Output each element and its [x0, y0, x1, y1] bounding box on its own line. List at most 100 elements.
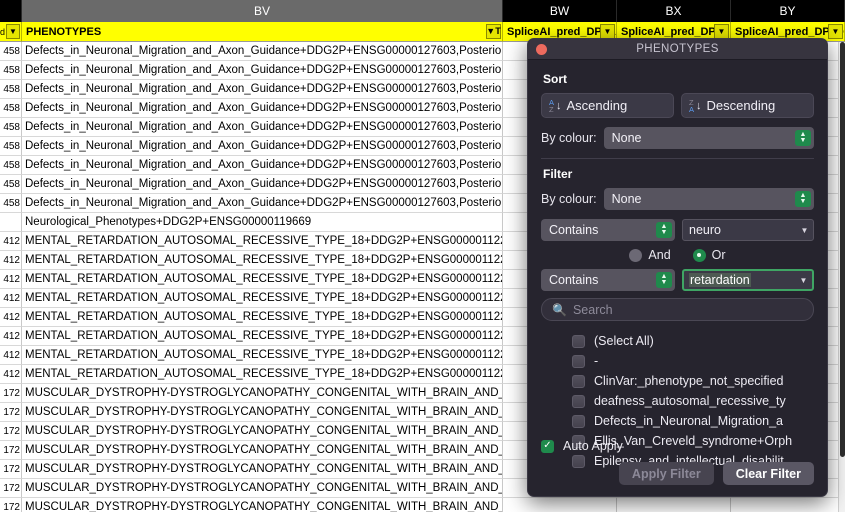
chevron-down-icon[interactable]: ▼	[828, 24, 843, 39]
row-header[interactable]: 458	[0, 175, 22, 194]
chevron-down-icon[interactable]: ▼	[600, 24, 615, 39]
cell-phenotypes[interactable]: Defects_in_Neuronal_Migration_and_Axon_G…	[22, 118, 503, 137]
cell-phenotypes[interactable]: MENTAL_RETARDATION_AUTOSOMAL_RECESSIVE_T…	[22, 346, 503, 365]
apply-filter-button[interactable]: Apply Filter	[618, 462, 714, 485]
cell-phenotypes[interactable]: MUSCULAR_DYSTROPHY-DYSTROGLYCANOPATHY_CO…	[22, 460, 503, 479]
row-header[interactable]: 458	[0, 137, 22, 156]
row-header[interactable]: 458	[0, 118, 22, 137]
filter-logic-or-option[interactable]: Or	[692, 248, 726, 262]
row-header[interactable]: 412	[0, 251, 22, 270]
row-header[interactable]: 458	[0, 61, 22, 80]
sort-by-colour-select[interactable]: None ▲ ▼	[603, 127, 814, 149]
row-header[interactable]: 458	[0, 156, 22, 175]
row-header[interactable]: 458	[0, 42, 22, 61]
stepper-icon[interactable]: ▲ ▼	[795, 130, 811, 146]
cell-phenotypes[interactable]: Defects_in_Neuronal_Migration_and_Axon_G…	[22, 42, 503, 61]
sort-ascending-button[interactable]: AZ ↓ Ascending	[541, 93, 674, 118]
row-header[interactable]: 172	[0, 384, 22, 403]
filter-checklist-item[interactable]: Defects_in_Neuronal_Migration_a	[572, 411, 814, 431]
checkbox[interactable]	[572, 354, 585, 368]
cell-phenotypes[interactable]: MUSCULAR_DYSTROPHY-DYSTROGLYCANOPATHY_CO…	[22, 441, 503, 460]
cell-spliceai[interactable]	[731, 498, 845, 512]
row-header[interactable]: 412	[0, 289, 22, 308]
stepper-icon[interactable]: ▲ ▼	[795, 191, 811, 207]
cell-phenotypes[interactable]: MUSCULAR_DYSTROPHY-DYSTROGLYCANOPATHY_CO…	[22, 403, 503, 422]
radio-or-icon[interactable]	[692, 248, 706, 262]
checkbox[interactable]	[572, 334, 585, 348]
filter-checklist-item[interactable]: ClinVar:_phenotype_not_specified	[572, 371, 814, 391]
row-header[interactable]: 172	[0, 460, 22, 479]
dialog-titlebar[interactable]: PHENOTYPES	[528, 39, 827, 60]
cell-phenotypes[interactable]: Defects_in_Neuronal_Migration_and_Axon_G…	[22, 194, 503, 213]
row-header[interactable]: 458	[0, 80, 22, 99]
cell-phenotypes[interactable]: Defects_in_Neuronal_Migration_and_Axon_G…	[22, 137, 503, 156]
stepper-icon[interactable]: ▲ ▼	[656, 222, 672, 238]
filter-search-input[interactable]: 🔍 Search	[541, 298, 814, 321]
cell-phenotypes[interactable]: Defects_in_Neuronal_Migration_and_Axon_G…	[22, 175, 503, 194]
table-row[interactable]: 172 MUSCULAR_DYSTROPHY-DYSTROGLYCANOPATHY…	[0, 498, 845, 512]
radio-and-icon[interactable]	[629, 248, 643, 262]
cell-phenotypes[interactable]: MENTAL_RETARDATION_AUTOSOMAL_RECESSIVE_T…	[22, 308, 503, 327]
cell-phenotypes[interactable]: MUSCULAR_DYSTROPHY-DYSTROGLYCANOPATHY_CO…	[22, 498, 503, 512]
column-header-BV[interactable]: BV	[22, 0, 503, 22]
filter-condition-1-operator[interactable]: Contains ▲ ▼	[541, 219, 675, 241]
filter-by-colour-select[interactable]: None ▲ ▼	[603, 188, 814, 210]
row-header[interactable]: 172	[0, 403, 22, 422]
filter-condition-2-operator[interactable]: Contains ▲ ▼	[541, 269, 675, 291]
filter-checklist-item[interactable]: deafness_autosomal_recessive_ty	[572, 391, 814, 411]
filter-checklist-item[interactable]: (Select All)	[572, 331, 814, 351]
field-header-phenotypes[interactable]: PHENOTYPES ▼T	[22, 22, 503, 42]
cell-phenotypes[interactable]: MENTAL_RETARDATION_AUTOSOMAL_RECESSIVE_T…	[22, 289, 503, 308]
cell-phenotypes[interactable]: Defects_in_Neuronal_Migration_and_Axon_G…	[22, 99, 503, 118]
row-header[interactable]: 412	[0, 365, 22, 384]
column-header-stub[interactable]	[0, 0, 22, 22]
row-header[interactable]: 458	[0, 99, 22, 118]
chevron-down-icon[interactable]: ▼	[796, 220, 813, 240]
filter-condition-2-value-input[interactable]: retardation ▼	[682, 269, 814, 291]
chevron-down-icon[interactable]: ▼	[795, 271, 812, 289]
cell-phenotypes[interactable]: MENTAL_RETARDATION_AUTOSOMAL_RECESSIVE_T…	[22, 232, 503, 251]
cell-phenotypes[interactable]: MUSCULAR_DYSTROPHY-DYSTROGLYCANOPATHY_CO…	[22, 479, 503, 498]
column-header-BX[interactable]: BX	[617, 0, 731, 22]
row-header[interactable]: 458	[0, 194, 22, 213]
column-header-BW[interactable]: BW	[503, 0, 617, 22]
cell-phenotypes[interactable]: MUSCULAR_DYSTROPHY-DYSTROGLYCANOPATHY_CO…	[22, 384, 503, 403]
cell-phenotypes[interactable]: MUSCULAR_DYSTROPHY-DYSTROGLYCANOPATHY_CO…	[22, 422, 503, 441]
cell-phenotypes[interactable]: Defects_in_Neuronal_Migration_and_Axon_G…	[22, 80, 503, 99]
cell-phenotypes[interactable]: Defects_in_Neuronal_Migration_and_Axon_G…	[22, 156, 503, 175]
checkbox[interactable]	[572, 374, 585, 388]
chevron-down-icon[interactable]: ▼	[714, 24, 729, 39]
stepper-icon[interactable]: ▲ ▼	[656, 272, 672, 288]
row-header[interactable]: 172	[0, 422, 22, 441]
row-header[interactable]: 172	[0, 441, 22, 460]
row-header[interactable]: 412	[0, 346, 22, 365]
filter-checklist-item[interactable]: -	[572, 351, 814, 371]
row-header[interactable]	[0, 213, 22, 232]
filter-logic-and-option[interactable]: And	[629, 248, 671, 262]
column-header-BY[interactable]: BY	[731, 0, 845, 22]
auto-apply-row[interactable]: ✓ Auto Apply	[541, 439, 814, 453]
row-header[interactable]: 412	[0, 270, 22, 289]
cell-phenotypes[interactable]: MENTAL_RETARDATION_AUTOSOMAL_RECESSIVE_T…	[22, 365, 503, 384]
cell-phenotypes[interactable]: Neurological_Phenotypes+DDG2P+ENSG000001…	[22, 213, 503, 232]
row-header[interactable]: 412	[0, 327, 22, 346]
scrollbar-thumb[interactable]	[840, 42, 845, 457]
row-header[interactable]: 172	[0, 479, 22, 498]
checkbox[interactable]	[572, 414, 585, 428]
clear-filter-button[interactable]: Clear Filter	[722, 462, 814, 485]
chevron-down-icon[interactable]: ▼	[6, 24, 20, 39]
checkbox[interactable]	[572, 394, 585, 408]
cell-phenotypes[interactable]: MENTAL_RETARDATION_AUTOSOMAL_RECESSIVE_T…	[22, 270, 503, 289]
filter-condition-1-value-input[interactable]: neuro ▼	[682, 219, 814, 241]
cell-spliceai[interactable]	[617, 498, 731, 512]
cell-phenotypes[interactable]: MENTAL_RETARDATION_AUTOSOMAL_RECESSIVE_T…	[22, 327, 503, 346]
sort-descending-button[interactable]: ZA ↓ Descending	[681, 93, 814, 118]
auto-apply-checkbox[interactable]: ✓	[541, 439, 554, 453]
cell-spliceai[interactable]	[503, 498, 617, 512]
row-header[interactable]: 412	[0, 308, 22, 327]
row-header[interactable]: 412	[0, 232, 22, 251]
row-header[interactable]: 172	[0, 498, 22, 512]
cell-phenotypes[interactable]: Defects_in_Neuronal_Migration_and_Axon_G…	[22, 61, 503, 80]
field-header-stub[interactable]: d ▼	[0, 22, 22, 42]
cell-phenotypes[interactable]: MENTAL_RETARDATION_AUTOSOMAL_RECESSIVE_T…	[22, 251, 503, 270]
